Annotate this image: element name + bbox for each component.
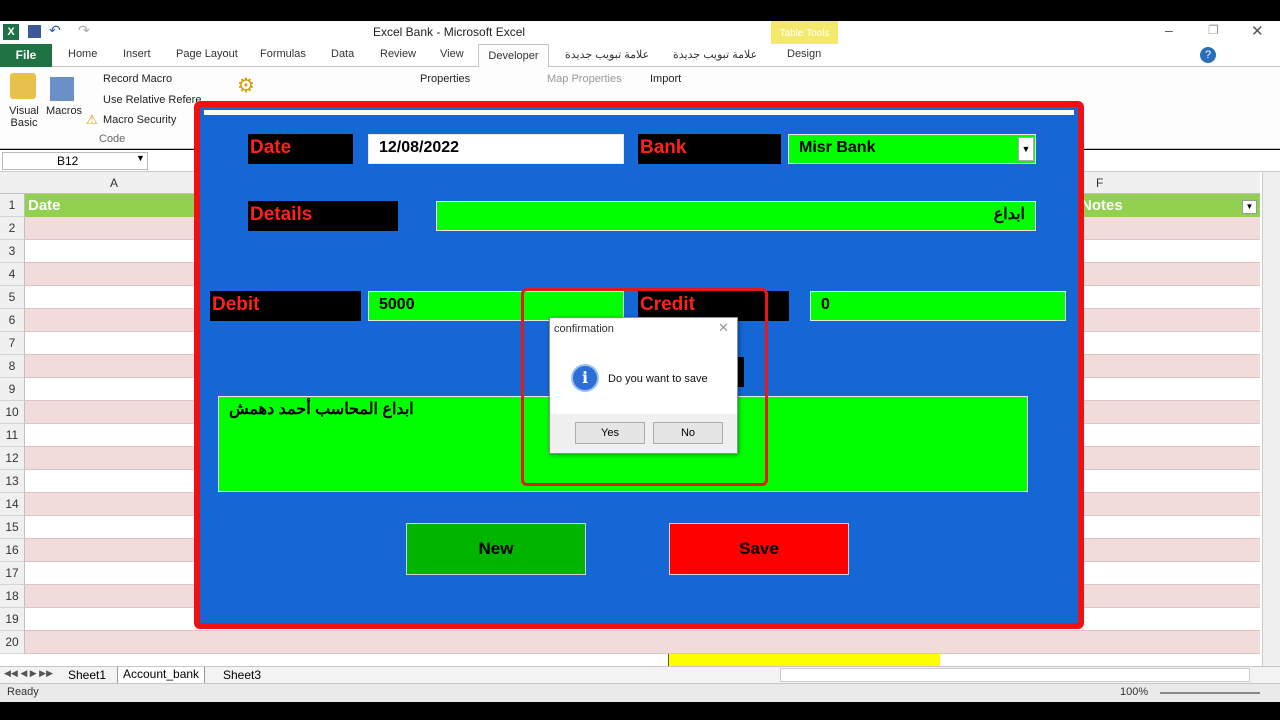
row-header[interactable]: 8	[0, 355, 25, 378]
row-header[interactable]: 12	[0, 447, 25, 470]
import-button[interactable]: Import	[650, 73, 681, 85]
dialog-close-icon[interactable]: ✕	[718, 320, 729, 336]
minimize-icon[interactable]: –	[1165, 22, 1173, 38]
row-header[interactable]: 13	[0, 470, 25, 493]
help-icon[interactable]: ?	[1200, 47, 1216, 63]
row-header[interactable]: 1	[0, 194, 25, 217]
sheet-tab-bar: ◀◀ ◀ ▶ ▶▶ Sheet1 Account_bank Sheet3	[0, 666, 1280, 684]
row-header[interactable]: 18	[0, 585, 25, 608]
macro-security-button[interactable]: Macro Security	[103, 114, 176, 126]
details-field[interactable]: ابداع	[436, 201, 1036, 231]
tab-page-layout[interactable]: Page Layout	[176, 48, 238, 60]
tab-developer[interactable]: Developer	[478, 44, 549, 68]
sheet-tab-sheet1[interactable]: Sheet1	[68, 668, 106, 682]
tab-view[interactable]: View	[440, 48, 464, 60]
row-header[interactable]: 5	[0, 286, 25, 309]
date-field[interactable]: 12/08/2022	[368, 134, 624, 164]
table-row[interactable]	[25, 631, 1260, 654]
notes-filter-icon[interactable]: ▼	[1242, 200, 1257, 214]
tab-design[interactable]: Design	[787, 48, 821, 60]
excel-icon: X	[3, 24, 19, 40]
window-title: Excel Bank - Microsoft Excel	[373, 25, 526, 39]
tab-home[interactable]: Home	[68, 48, 97, 60]
debit-label: Debit	[210, 291, 361, 321]
zoom-slider[interactable]	[1160, 692, 1260, 694]
row-header[interactable]: 2	[0, 217, 25, 240]
date-label: Date	[248, 134, 353, 164]
tab-review[interactable]: Review	[380, 48, 416, 60]
row-header[interactable]: 6	[0, 309, 25, 332]
row-header[interactable]: 9	[0, 378, 25, 401]
row-header[interactable]: 19	[0, 608, 25, 631]
row-header[interactable]: 4	[0, 263, 25, 286]
row-header[interactable]: 3	[0, 240, 25, 263]
zoom-level[interactable]: 100%	[1120, 686, 1148, 698]
use-relative-button[interactable]: Use Relative Refere	[103, 94, 201, 106]
sheet-tab-sheet3[interactable]: Sheet3	[223, 668, 261, 682]
title-bar: X ↶ ↷ Excel Bank - Microsoft Excel Table…	[0, 21, 1280, 44]
form-top-strip	[204, 110, 1074, 115]
save-icon[interactable]	[28, 25, 41, 38]
credit-field[interactable]: 0	[810, 291, 1066, 321]
row-header[interactable]: 7	[0, 332, 25, 355]
row-header[interactable]: 16	[0, 539, 25, 562]
sheet-nav-icon[interactable]: ◀◀ ◀ ▶ ▶▶	[4, 668, 53, 679]
table-header-notes[interactable]: Notes	[1081, 197, 1123, 214]
addins-icon[interactable]: ⚙	[237, 73, 255, 98]
status-bar: Ready 100%	[0, 683, 1280, 702]
file-tab[interactable]: File	[0, 44, 52, 67]
tab-custom-2[interactable]: علامة تبويب جديدة	[673, 48, 757, 61]
save-button[interactable]: Save	[669, 523, 849, 575]
row-header[interactable]: 15	[0, 516, 25, 539]
bank-label: Bank	[638, 134, 781, 164]
bank-dropdown-icon[interactable]: ▼	[1018, 137, 1034, 161]
macros-icon[interactable]	[50, 77, 74, 101]
visual-basic-icon[interactable]	[10, 73, 36, 99]
confirmation-dialog: confirmation ✕ i Do you want to save Yes…	[549, 317, 738, 454]
details-label: Details	[248, 201, 398, 231]
bank-select[interactable]: Misr Bank	[788, 134, 1036, 164]
dialog-title: confirmation	[554, 323, 614, 335]
dialog-message: Do you want to save	[608, 373, 708, 385]
row-header[interactable]: 17	[0, 562, 25, 585]
no-button[interactable]: No	[653, 422, 723, 444]
record-macro-button[interactable]: Record Macro	[103, 73, 172, 85]
table-tools-label: Table Tools	[771, 21, 838, 44]
undo-icon[interactable]: ↶	[49, 22, 61, 39]
info-icon: i	[571, 364, 599, 392]
horizontal-scrollbar[interactable]	[780, 668, 1250, 682]
sheet-tab-account-bank[interactable]: Account_bank	[117, 667, 206, 684]
row-header[interactable]: 14	[0, 493, 25, 516]
ribbon-tabs: File Home Insert Page Layout Formulas Da…	[0, 44, 1280, 68]
macros-button[interactable]: Macros	[46, 105, 82, 117]
row-header[interactable]: 11	[0, 424, 25, 447]
warning-icon: ⚠	[86, 112, 98, 127]
code-group-label: Code	[99, 133, 126, 145]
column-header-f[interactable]: F	[1096, 176, 1103, 190]
close-icon[interactable]: ✕	[1251, 22, 1264, 40]
new-button[interactable]: New	[406, 523, 586, 575]
vertical-scrollbar[interactable]	[1262, 172, 1280, 666]
tab-formulas[interactable]: Formulas	[260, 48, 306, 60]
table-header-date[interactable]: Date	[28, 197, 61, 214]
properties-button[interactable]: Properties	[420, 73, 470, 85]
column-header-a[interactable]: A	[110, 176, 118, 190]
restore-icon[interactable]: ❐	[1208, 23, 1219, 37]
tab-data[interactable]: Data	[331, 48, 354, 60]
row-header[interactable]: 20	[0, 631, 25, 654]
tab-custom-1[interactable]: علامة تبويب جديدة	[565, 48, 649, 61]
name-box-dropdown-icon[interactable]: ▼	[136, 153, 145, 163]
visual-basic-button[interactable]: Visual Basic	[6, 105, 42, 129]
name-box[interactable]: B12	[2, 152, 148, 170]
status-ready: Ready	[7, 686, 39, 698]
redo-icon[interactable]: ↷	[78, 22, 90, 39]
tab-insert[interactable]: Insert	[123, 48, 151, 60]
row-header[interactable]: 10	[0, 401, 25, 424]
yes-button[interactable]: Yes	[575, 422, 645, 444]
map-properties-button[interactable]: Map Properties	[547, 73, 622, 85]
